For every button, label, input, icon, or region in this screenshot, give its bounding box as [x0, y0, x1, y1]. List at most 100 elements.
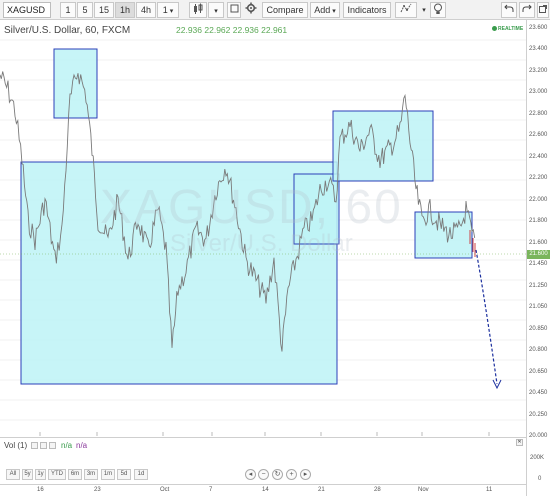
alert-button[interactable]: [430, 2, 446, 18]
legend-high: 22.962: [204, 25, 231, 35]
price-axis-label: 21.800: [529, 218, 548, 225]
watermark-description: Silver/U.S. Dollar: [170, 230, 353, 257]
zoom-out-button[interactable]: −: [258, 469, 269, 480]
legend-close: 22.961: [261, 25, 288, 35]
price-axis-label: 20.800: [529, 347, 548, 354]
range-1y-button[interactable]: 1y: [35, 469, 46, 480]
settings-button[interactable]: [243, 2, 259, 18]
interval-15m-button[interactable]: 15: [94, 2, 114, 18]
minus-icon: −: [261, 471, 266, 478]
last-price-label: 21.600: [527, 250, 550, 259]
templates-dropdown[interactable]: ▾: [419, 2, 429, 18]
templates-button[interactable]: [395, 2, 417, 18]
highlight-rectangle: [53, 48, 98, 119]
highlight-rectangle: [332, 110, 434, 182]
chevron-down-icon: ▾: [214, 8, 218, 15]
chevron-down-icon: ▾: [330, 8, 336, 15]
price-axis-label: 22.400: [529, 153, 548, 160]
legend-open: 22.936: [176, 25, 202, 35]
range-all-button[interactable]: All: [6, 469, 20, 480]
realtime-dot-icon: [492, 26, 497, 32]
time-label: 11: [486, 487, 493, 493]
scroll-left-button[interactable]: ◂: [245, 469, 256, 480]
candlestick-icon: [194, 3, 203, 14]
toolbar: XAGUSD 1 5 15 1h 4h 1 ▾ ▾ Compare Add ▾ …: [0, 0, 550, 20]
time-label: 28: [374, 487, 381, 493]
time-label: Nov: [418, 487, 429, 493]
chart-legend-values: 22.936 22.962 22.936 22.961: [176, 25, 287, 35]
realtime-badge: REALTIME: [492, 26, 523, 32]
price-axis-label: 20.650: [529, 368, 548, 375]
fullscreen-button[interactable]: [227, 2, 241, 18]
time-label: Oct: [160, 487, 170, 493]
range-1d-button[interactable]: 1d: [134, 469, 148, 480]
price-axis-label: 22.600: [529, 132, 548, 139]
range-1m-button[interactable]: 1m: [101, 469, 115, 480]
time-label: 23: [94, 487, 101, 493]
interval-4h-button[interactable]: 4h: [136, 2, 156, 18]
chart-type-button[interactable]: [189, 2, 207, 18]
watermark-symbol: XAGUSD, 60: [100, 181, 403, 234]
add-button-label: Add: [314, 5, 331, 15]
chart-type-dropdown[interactable]: ▾: [208, 2, 224, 18]
volume-remove-button[interactable]: [49, 442, 56, 449]
time-label: 7: [209, 487, 213, 493]
reset-button[interactable]: ↻: [272, 469, 283, 480]
chart-legend-title: Silver/U.S. Dollar, 60, FXCM: [4, 25, 131, 36]
price-axis-label: 20.250: [529, 411, 548, 418]
realtime-label: REALTIME: [498, 26, 524, 32]
price-axis-label: 22.200: [529, 175, 548, 182]
projection-arrow: [475, 249, 498, 385]
price-axis-label: 20.850: [529, 325, 548, 332]
volume-settings-button[interactable]: [40, 442, 47, 449]
undo-icon: [504, 4, 514, 12]
pattern-icon: [400, 3, 411, 13]
interval-dropdown[interactable]: 1 ▾: [157, 2, 179, 18]
price-axis-label: 20.000: [529, 433, 548, 439]
price-axis-label: 22.000: [529, 196, 548, 203]
price-axis-label: 21.050: [529, 304, 548, 311]
symbol-input[interactable]: XAGUSD: [3, 2, 51, 18]
interval-5m-button[interactable]: 5: [77, 2, 93, 18]
time-label: 21: [318, 487, 325, 493]
range-5y-button[interactable]: 5y: [22, 469, 33, 480]
add-button[interactable]: Add ▾: [310, 2, 340, 18]
volume-label: Vol (1): [4, 441, 28, 450]
plus-icon: +: [289, 471, 294, 478]
gear-icon: [245, 2, 257, 14]
refresh-icon: ↻: [274, 471, 281, 478]
chevron-down-icon: ▾: [422, 7, 426, 14]
close-icon[interactable]: ✕: [516, 439, 523, 446]
range-3m-button[interactable]: 3m: [84, 469, 98, 480]
square-icon: [230, 4, 238, 13]
volume-tick-0: 0: [538, 476, 542, 482]
price-axis-label: 21.250: [529, 282, 548, 289]
time-label: 16: [37, 487, 44, 493]
price-axis-label: 23.600: [529, 25, 548, 31]
range-ytd-button[interactable]: YTD: [48, 469, 66, 480]
price-axis-label: 23.400: [529, 46, 548, 53]
chevron-down-icon: ▾: [167, 8, 174, 15]
bulb-icon: [434, 3, 442, 14]
undo-button[interactable]: [501, 2, 517, 18]
redo-icon: [522, 4, 532, 12]
price-axis-label: 21.600: [529, 239, 548, 246]
price-axis-label: 23.000: [529, 89, 548, 96]
interval-1m-button[interactable]: 1: [60, 2, 76, 18]
zoom-in-button[interactable]: +: [286, 469, 297, 480]
price-axis-label: 22.800: [529, 110, 548, 117]
range-6m-button[interactable]: 6m: [68, 469, 82, 480]
volume-visibility-button[interactable]: [31, 442, 38, 449]
price-axis-label: 20.450: [529, 390, 548, 397]
scroll-right-button[interactable]: ▸: [300, 469, 311, 480]
compare-button[interactable]: Compare: [262, 2, 308, 18]
legend-low: 22.936: [232, 25, 259, 35]
interval-1h-button[interactable]: 1h: [115, 2, 135, 18]
price-chart[interactable]: [0, 20, 550, 496]
more-button[interactable]: [537, 2, 549, 18]
redo-button[interactable]: [519, 2, 535, 18]
indicators-button[interactable]: Indicators: [343, 2, 391, 18]
range-5d-button[interactable]: 5d: [117, 469, 131, 480]
chevron-right-icon: ▸: [303, 471, 308, 478]
volume-ma-value-na: n/a: [76, 441, 88, 450]
